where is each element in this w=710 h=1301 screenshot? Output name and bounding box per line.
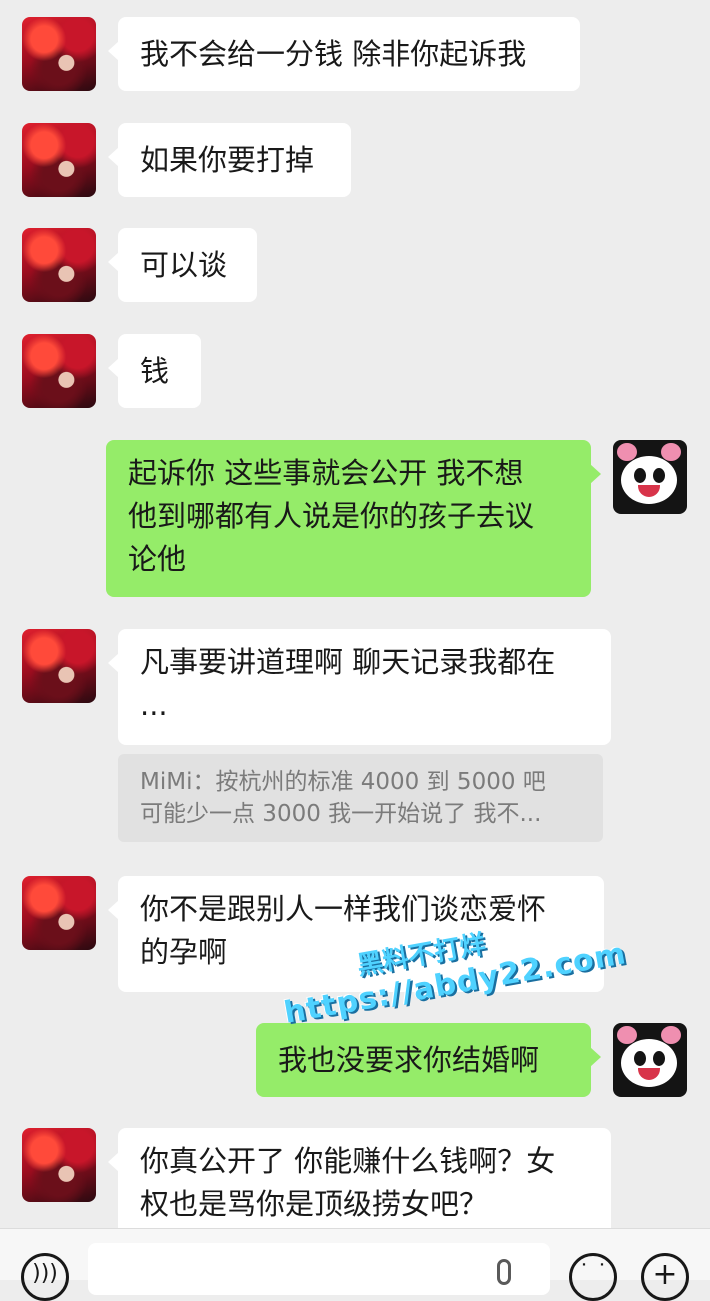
contact-avatar[interactable] xyxy=(22,334,96,408)
contact-avatar[interactable] xyxy=(22,228,96,302)
panda-ear xyxy=(661,443,681,461)
emoji-glyph: ˙ ˙ xyxy=(578,1261,608,1286)
panda-mouth xyxy=(638,1068,660,1080)
message-text: 钱 xyxy=(140,353,170,388)
panda-ear xyxy=(661,1026,681,1044)
panda-mouth xyxy=(638,485,660,497)
voice-icon[interactable]: ))) xyxy=(21,1253,69,1301)
my-avatar[interactable] xyxy=(613,440,687,514)
panda-eye xyxy=(653,1051,665,1066)
message-bubble[interactable]: 你真公开了 你能赚什么钱啊？女 权也是骂你是顶级捞女吧？ xyxy=(108,1128,611,1228)
plus-glyph: + xyxy=(652,1257,678,1292)
message-bubble[interactable]: 钱 xyxy=(108,334,201,408)
chat-area[interactable]: 我不会给一分钱 除非你起诉我 如果你要打掉 可以谈 钱 起诉你 这些事就会公开 … xyxy=(0,0,710,1228)
message-input[interactable] xyxy=(88,1243,550,1295)
message-line: 论他 xyxy=(128,542,187,576)
message-bubble[interactable]: 我不会给一分钱 除非你起诉我 xyxy=(108,17,580,91)
contact-avatar[interactable] xyxy=(22,17,96,91)
message-bubble[interactable]: 我也没要求你结婚啊 xyxy=(256,1023,601,1097)
panda-face xyxy=(621,456,677,504)
panda-eye xyxy=(634,468,646,483)
contact-avatar[interactable] xyxy=(22,876,96,950)
message-bubble[interactable]: 可以谈 xyxy=(108,228,257,302)
message-text: 可以谈 xyxy=(140,247,228,282)
input-toolbar: ))) ˙ ˙ + xyxy=(0,1228,710,1301)
voice-glyph: ))) xyxy=(32,1261,58,1286)
message-text: 我不会给一分钱 除非你起诉我 xyxy=(140,36,527,71)
panda-face xyxy=(621,1039,677,1087)
message-line: 你真公开了 你能赚什么钱啊？女 xyxy=(140,1144,556,1178)
message-bubble[interactable]: 凡事要讲道理啊 聊天记录我都在 ... xyxy=(108,629,611,745)
message-bubble[interactable]: 如果你要打掉 xyxy=(108,123,351,197)
message-line: 他到哪都有人说是你的孩子去议 xyxy=(128,499,535,533)
message-bubble[interactable]: 起诉你 这些事就会公开 我不想 他到哪都有人说是你的孩子去议 论他 xyxy=(106,440,601,597)
contact-avatar[interactable] xyxy=(22,1128,96,1202)
contact-avatar[interactable] xyxy=(22,629,96,703)
quote-line: MiMi：按杭州的标准 4000 到 5000 吧 xyxy=(140,769,546,795)
plus-icon[interactable]: + xyxy=(641,1253,689,1301)
message-line: 的孕啊 xyxy=(140,935,228,969)
message-line: 权也是骂你是顶级捞女吧？ xyxy=(140,1187,489,1221)
contact-avatar[interactable] xyxy=(22,123,96,197)
message-line: ... xyxy=(140,688,168,722)
message-line: 你不是跟别人一样我们谈恋爱怀 xyxy=(140,892,547,926)
my-avatar[interactable] xyxy=(613,1023,687,1097)
microphone-icon[interactable] xyxy=(497,1259,511,1285)
panda-eye xyxy=(653,468,665,483)
message-line: 起诉你 这些事就会公开 我不想 xyxy=(128,456,524,490)
message-bubble[interactable]: 你不是跟别人一样我们谈恋爱怀 的孕啊 xyxy=(108,876,604,992)
emoji-icon[interactable]: ˙ ˙ xyxy=(569,1253,617,1301)
quote-line: 可能少一点 3000 我一开始说了 我不... xyxy=(140,801,542,827)
message-text: 我也没要求你结婚啊 xyxy=(278,1042,540,1077)
quoted-message[interactable]: MiMi：按杭州的标准 4000 到 5000 吧 可能少一点 3000 我一开… xyxy=(118,754,603,842)
message-text: 如果你要打掉 xyxy=(140,142,315,177)
message-line: 凡事要讲道理啊 聊天记录我都在 xyxy=(140,645,556,679)
panda-eye xyxy=(634,1051,646,1066)
